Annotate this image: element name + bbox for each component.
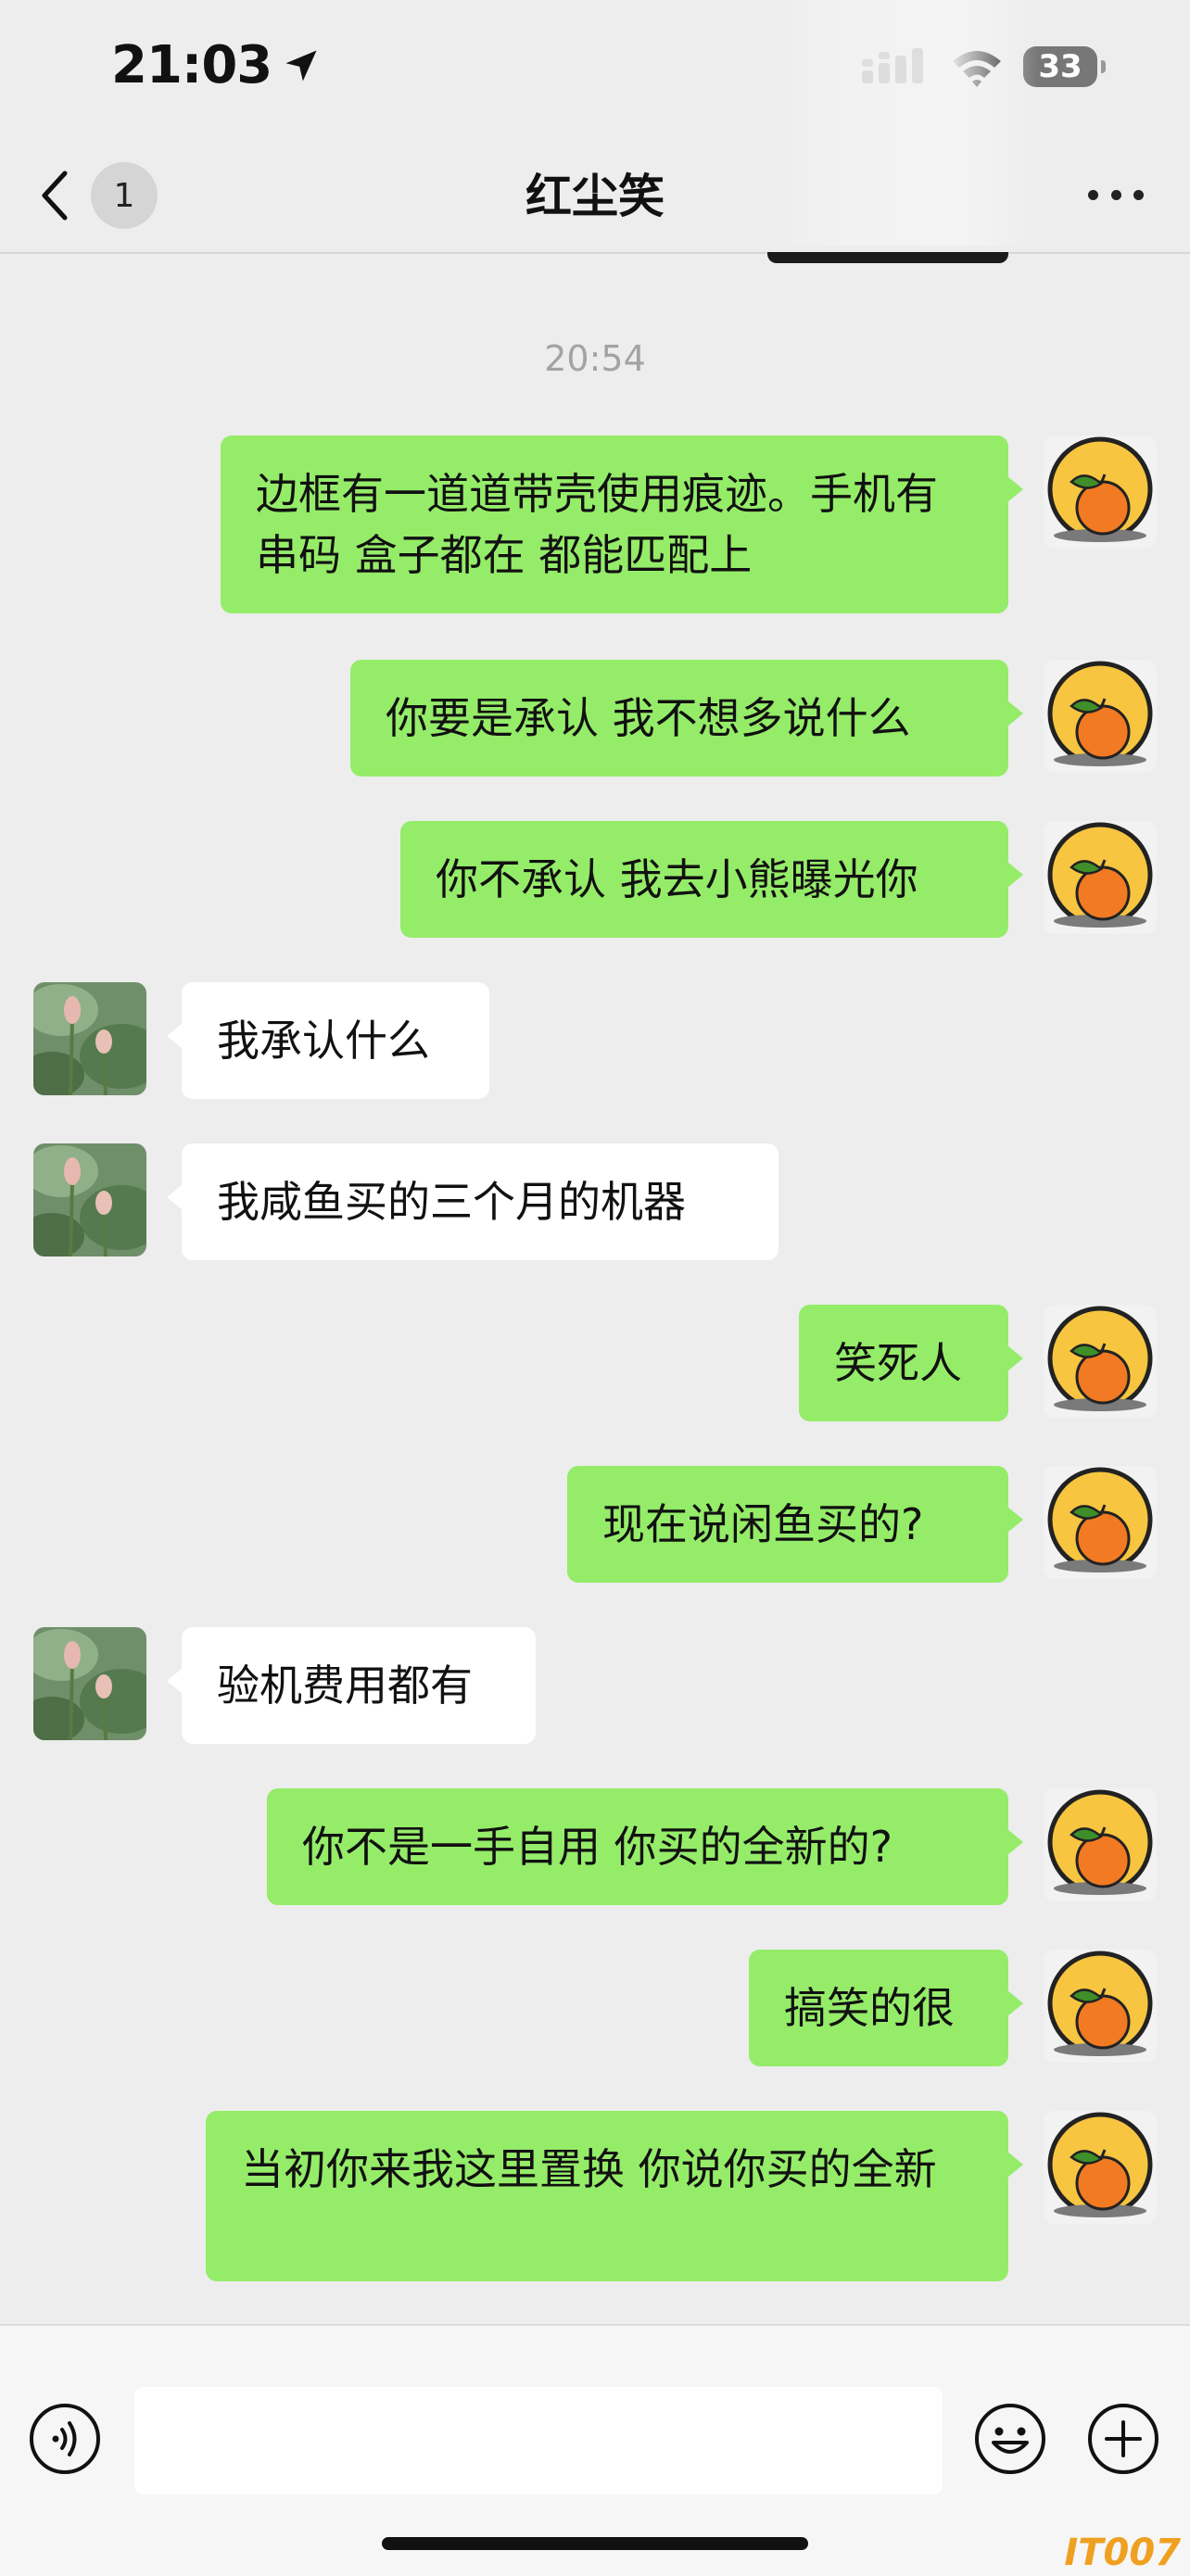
incoming-message-bubble[interactable]: 验机费用都有	[167, 1627, 536, 1744]
outgoing-message-bubble[interactable]: 你要是承认 我不想多说什么	[350, 660, 1023, 777]
status-bar: 21:03 33	[0, 0, 1190, 139]
my-avatar[interactable]	[1044, 660, 1157, 773]
watermark: IT007	[1064, 2532, 1181, 2574]
my-avatar[interactable]	[1044, 821, 1157, 934]
outgoing-message-bubble[interactable]: 笑死人	[799, 1305, 1023, 1421]
outgoing-message-bubble[interactable]: 你不承认 我去小熊曝光你	[400, 821, 1023, 938]
voice-icon[interactable]	[28, 2402, 102, 2476]
battery-level: 33	[1038, 48, 1082, 85]
contact-avatar[interactable]	[33, 982, 146, 1095]
status-time-group: 21:03	[111, 35, 322, 95]
contact-avatar[interactable]	[33, 1627, 146, 1740]
my-avatar[interactable]	[1044, 436, 1157, 549]
my-avatar[interactable]	[1044, 1788, 1157, 1901]
my-avatar[interactable]	[1044, 1950, 1157, 2063]
image-message-partial[interactable]	[767, 252, 1008, 263]
emoji-icon[interactable]	[973, 2402, 1047, 2476]
home-indicator	[382, 2537, 808, 2550]
my-avatar[interactable]	[1044, 2111, 1157, 2224]
my-avatar[interactable]	[1044, 1466, 1157, 1579]
outgoing-message-bubble[interactable]: 当初你来我这里置换 你说你买的全新	[206, 2111, 1023, 2281]
outgoing-message-bubble[interactable]: 边框有一道道带壳使用痕迹。手机有串码 盒子都在 都能匹配上	[221, 436, 1023, 613]
my-avatar[interactable]	[1044, 1305, 1157, 1418]
status-time: 21:03	[111, 35, 272, 95]
more-dot	[1133, 189, 1144, 200]
status-icons: 33	[862, 46, 1106, 87]
chat-nav-bar: 1 红尘笑	[0, 139, 1190, 254]
wifi-icon	[953, 51, 1001, 87]
battery-indicator: 33	[1023, 46, 1106, 87]
chat-title: 红尘笑	[525, 170, 665, 223]
contact-avatar[interactable]	[33, 1143, 146, 1256]
outgoing-message-bubble[interactable]: 搞笑的很	[749, 1950, 1023, 2066]
outgoing-message-bubble[interactable]: 现在说闲鱼买的?	[567, 1466, 1023, 1583]
more-button[interactable]	[1088, 181, 1144, 208]
location-arrow-icon	[285, 50, 317, 81]
plus-icon[interactable]	[1086, 2402, 1160, 2476]
outgoing-message-bubble[interactable]: 你不是一手自用 你买的全新的?	[267, 1788, 1023, 1905]
more-dot	[1110, 189, 1121, 200]
incoming-message-bubble[interactable]: 我承认什么	[167, 982, 489, 1099]
more-dots-icon	[1088, 189, 1098, 200]
signal-icon	[862, 48, 923, 83]
chat-timestamp: 20:54	[544, 338, 646, 379]
message-input[interactable]	[134, 2387, 943, 2494]
incoming-message-bubble[interactable]: 我咸鱼买的三个月的机器	[167, 1143, 779, 1260]
